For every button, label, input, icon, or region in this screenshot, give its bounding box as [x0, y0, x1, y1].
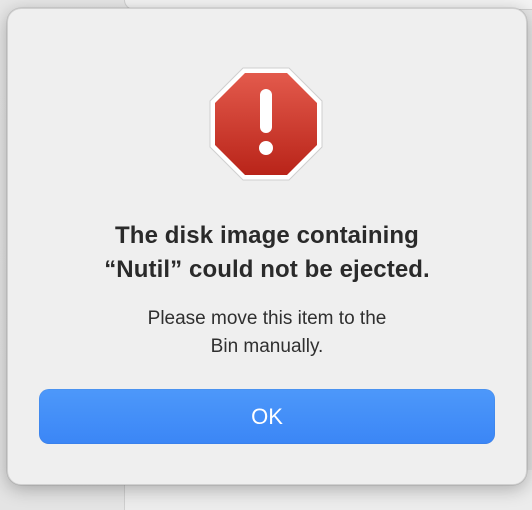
alert-title-line-1: The disk image containing	[115, 222, 419, 249]
stop-exclamation-icon	[209, 67, 323, 181]
ok-button-label: OK	[251, 403, 283, 429]
alert-message: Please move this item to the Bin manuall…	[8, 305, 526, 361]
alert-message-line-1: Please move this item to the	[147, 308, 387, 329]
alert-title: The disk image containing “Nutil” could …	[8, 219, 526, 287]
alert-title-line-2: “Nutil” could not be ejected.	[104, 256, 430, 283]
alert-message-line-2: Bin manually.	[210, 336, 324, 357]
ok-button[interactable]: OK	[39, 389, 495, 444]
alert-dialog: The disk image containing “Nutil” could …	[7, 8, 527, 485]
